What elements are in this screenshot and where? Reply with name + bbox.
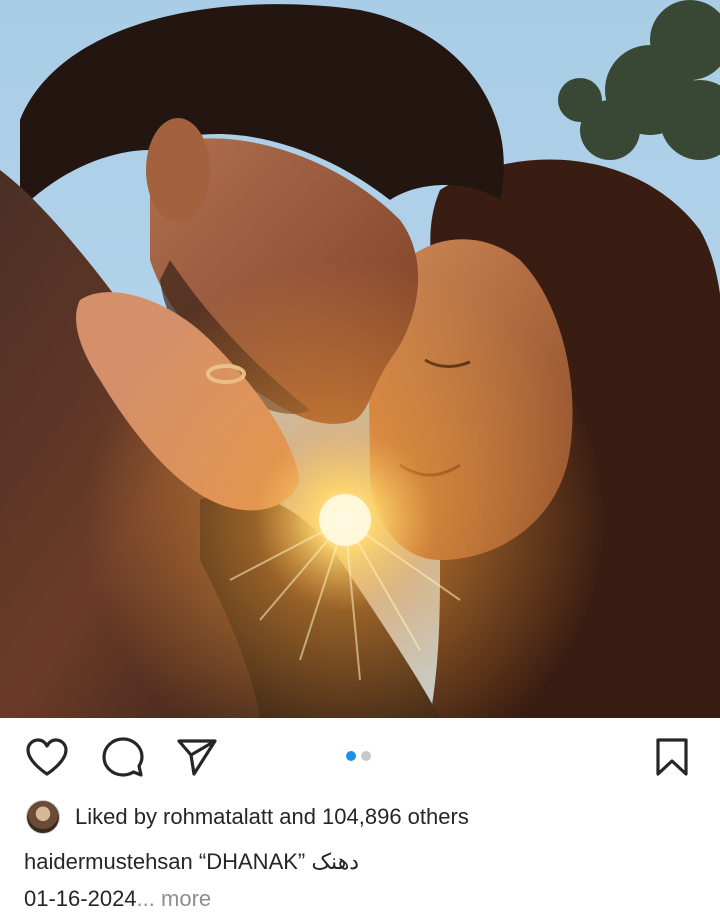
share-button[interactable] <box>174 734 220 780</box>
caption-ellipsis: ... <box>136 886 155 911</box>
comment-icon <box>102 737 144 777</box>
post-photo-illustration <box>0 0 720 718</box>
comment-button[interactable] <box>100 734 146 780</box>
caption-username[interactable]: haidermustehsan <box>24 849 193 874</box>
send-icon <box>177 739 217 776</box>
like-button[interactable] <box>24 734 70 780</box>
bookmark-icon <box>656 738 688 776</box>
action-bar <box>0 718 720 796</box>
carousel-dot <box>361 751 371 761</box>
more-link[interactable]: more <box>161 886 211 911</box>
likes-row: Liked by rohmatalatt and 104,896 others <box>26 800 469 834</box>
likes-text[interactable]: Liked by rohmatalatt and 104,896 others <box>75 804 469 830</box>
caption-text: “DHANAK” دھنک <box>198 849 360 874</box>
caption-date: 01-16-2024 <box>24 886 137 911</box>
caption-line-1: haidermustehsan “DHANAK” دھنک <box>24 843 704 880</box>
caption-line-2: 01-16-2024... more <box>24 880 704 917</box>
post-photo[interactable] <box>0 0 720 718</box>
carousel-dot-active <box>346 751 356 761</box>
instagram-post: Liked by rohmatalatt and 104,896 others … <box>0 0 720 918</box>
save-button[interactable] <box>649 734 695 780</box>
liker-avatar[interactable] <box>26 800 60 834</box>
caption: haidermustehsan “DHANAK” دھنک 01-16-2024… <box>24 843 704 917</box>
carousel-indicator <box>346 751 371 761</box>
heart-icon <box>26 738 68 776</box>
